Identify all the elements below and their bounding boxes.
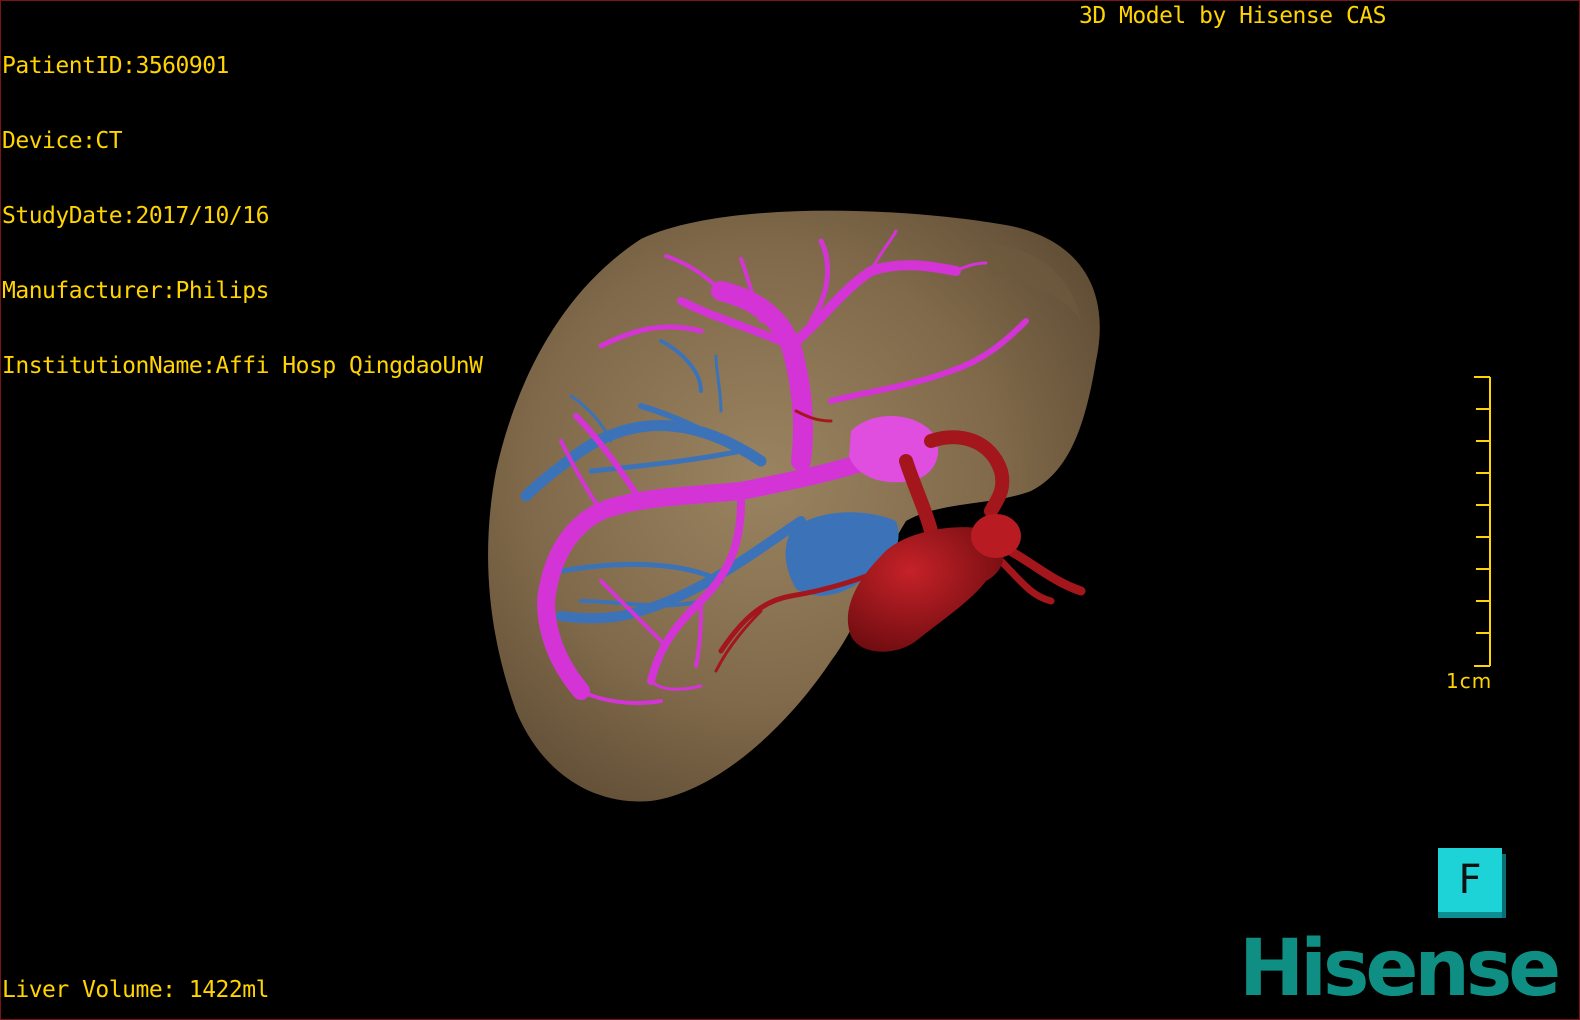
patient-id: PatientID:3560901: [2, 53, 229, 79]
manufacturer: Manufacturer:Philips: [2, 278, 269, 304]
study-date: StudyDate:2017/10/16: [2, 203, 269, 229]
scale-label: 1cm: [1446, 669, 1493, 693]
patient-info-panel: PatientID:3560901 Device:CT StudyDate:20…: [2, 4, 483, 429]
celiac-trunk: [971, 514, 1021, 558]
model-credit: 3D Model by Hisense CAS: [1079, 3, 1387, 29]
hisense-logo: Hisense: [1239, 924, 1561, 1014]
institution-name: InstitutionName:Affi Hosp QingdaoUnW: [2, 353, 483, 379]
3d-viewport[interactable]: PatientID:3560901 Device:CT StudyDate:20…: [0, 0, 1580, 1020]
portal-confluence: [849, 416, 939, 483]
orientation-label: F: [1458, 857, 1482, 903]
orientation-cube-icon[interactable]: F: [1438, 848, 1502, 912]
scale-bar-icon: [1474, 376, 1491, 667]
liver-surface: [488, 210, 1100, 802]
device: Device:CT: [2, 128, 123, 154]
liver-volume: Liver Volume: 1422ml: [2, 977, 269, 1003]
